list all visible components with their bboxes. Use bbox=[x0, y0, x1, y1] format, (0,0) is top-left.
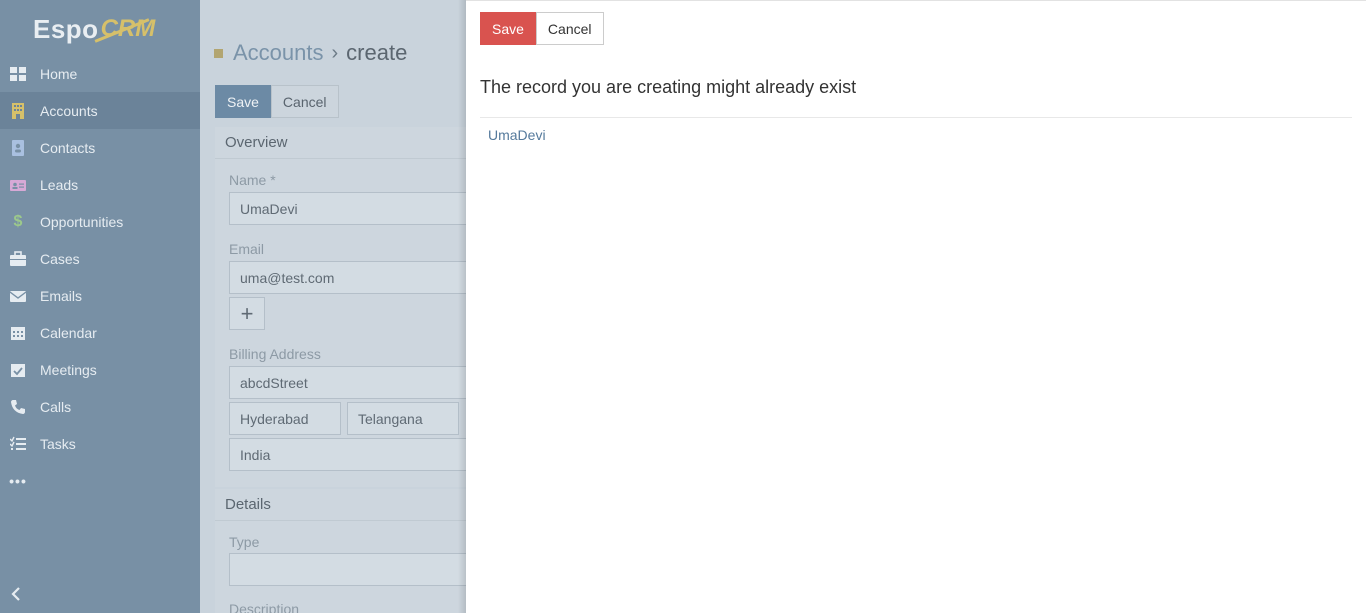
sidebar-item-label: Opportunities bbox=[40, 213, 124, 230]
th-large-icon bbox=[10, 66, 26, 82]
breadcrumb: Accounts › create bbox=[214, 40, 407, 66]
billing-country-field[interactable]: India bbox=[229, 438, 466, 471]
duplicate-record-link[interactable]: UmaDevi bbox=[488, 127, 546, 143]
sidebar-item-home[interactable]: Home bbox=[0, 55, 200, 92]
details-panel: Details Type Description bbox=[215, 489, 466, 613]
sidebar-item-label: Emails bbox=[40, 287, 83, 304]
description-label: Description bbox=[229, 601, 300, 613]
espocrm-logo[interactable]: Espo CRM bbox=[33, 12, 155, 46]
billing-street-field[interactable]: abcdStreet bbox=[229, 366, 466, 399]
sidebar-more[interactable]: ••• bbox=[0, 462, 200, 499]
address-book-icon bbox=[10, 139, 26, 156]
sidebar-item-contacts[interactable]: Contacts bbox=[0, 129, 200, 166]
modal-cancel-button[interactable]: Cancel bbox=[535, 12, 604, 45]
calendar-check-icon bbox=[10, 362, 26, 378]
duplicate-list: UmaDevi bbox=[488, 127, 546, 143]
logo-crm-text: CRM bbox=[100, 15, 156, 42]
modal-save-button[interactable]: Save bbox=[480, 12, 536, 45]
modal-actions: Save Cancel bbox=[480, 12, 604, 45]
sidebar-item-accounts[interactable]: Accounts bbox=[0, 92, 200, 129]
sidebar-item-tasks[interactable]: Tasks bbox=[0, 425, 200, 462]
sidebar-item-calls[interactable]: Calls bbox=[0, 388, 200, 425]
sidebar-item-label: Calendar bbox=[40, 324, 97, 341]
sidebar-item-calendar[interactable]: Calendar bbox=[0, 314, 200, 351]
name-label: Name * bbox=[229, 172, 276, 188]
chevron-left-icon[interactable] bbox=[10, 586, 22, 607]
sidebar-item-label: Cases bbox=[40, 250, 80, 267]
breadcrumb-current: create bbox=[346, 40, 408, 65]
cancel-button[interactable]: Cancel bbox=[270, 85, 339, 118]
modal-shadow bbox=[458, 0, 466, 613]
billing-address-label: Billing Address bbox=[229, 346, 321, 362]
email-label: Email bbox=[229, 241, 265, 257]
details-panel-title: Details bbox=[215, 489, 466, 521]
sidebar-item-emails[interactable]: Emails bbox=[0, 277, 200, 314]
overview-panel-title: Overview bbox=[215, 127, 466, 159]
main-actions: Save Cancel bbox=[215, 85, 339, 118]
billing-state-field[interactable]: Telangana bbox=[347, 402, 459, 435]
sidebar-nav: Home Accounts Contacts Leads $ Opportuni… bbox=[0, 55, 200, 499]
sidebar-item-label: Home bbox=[40, 65, 78, 82]
main-content: Accounts › create Save Cancel Overview N… bbox=[200, 0, 466, 613]
breadcrumb-accounts-link[interactable]: Accounts bbox=[233, 40, 324, 66]
dollar-icon: $ bbox=[13, 212, 23, 230]
sidebar-item-meetings[interactable]: Meetings bbox=[0, 351, 200, 388]
sidebar-item-label: Meetings bbox=[40, 361, 97, 378]
breadcrumb-separator: › bbox=[331, 41, 339, 64]
sidebar-item-label: Contacts bbox=[40, 139, 96, 156]
plus-icon: + bbox=[240, 300, 254, 326]
sidebar: Espo CRM Home Accounts Contacts Leads $ … bbox=[0, 0, 200, 613]
type-label: Type bbox=[229, 534, 260, 550]
sidebar-item-cases[interactable]: Cases bbox=[0, 240, 200, 277]
logo-espo-text: Espo bbox=[33, 13, 99, 44]
sidebar-item-leads[interactable]: Leads bbox=[0, 166, 200, 203]
sidebar-item-opportunities[interactable]: $ Opportunities bbox=[0, 203, 200, 240]
building-icon bbox=[10, 102, 26, 119]
breadcrumb-color-marker bbox=[214, 48, 223, 58]
duplicate-check-modal: Save Cancel The record you are creating … bbox=[466, 0, 1366, 613]
duplicate-warning-message: The record you are creating might alread… bbox=[480, 77, 857, 97]
sidebar-item-label: Accounts bbox=[40, 102, 98, 119]
type-select[interactable] bbox=[229, 553, 466, 586]
briefcase-icon bbox=[10, 250, 26, 267]
tasks-icon bbox=[10, 436, 26, 452]
overview-panel: Overview Name * UmaDevi Email uma@test.c… bbox=[215, 127, 466, 487]
phone-icon bbox=[10, 399, 26, 415]
ellipsis-icon: ••• bbox=[9, 472, 27, 489]
email-field[interactable]: uma@test.com bbox=[229, 261, 466, 294]
divider bbox=[480, 117, 1352, 118]
envelope-icon bbox=[10, 288, 26, 304]
sidebar-item-label: Leads bbox=[40, 176, 79, 193]
name-field[interactable]: UmaDevi bbox=[229, 192, 466, 225]
address-card-icon bbox=[10, 177, 26, 193]
billing-city-field[interactable]: Hyderabad bbox=[229, 402, 341, 435]
save-button[interactable]: Save bbox=[215, 85, 271, 118]
sidebar-item-label: Calls bbox=[40, 398, 72, 415]
add-email-button[interactable]: + bbox=[229, 297, 265, 330]
sidebar-item-label: Tasks bbox=[40, 435, 76, 452]
calendar-icon bbox=[10, 325, 26, 341]
